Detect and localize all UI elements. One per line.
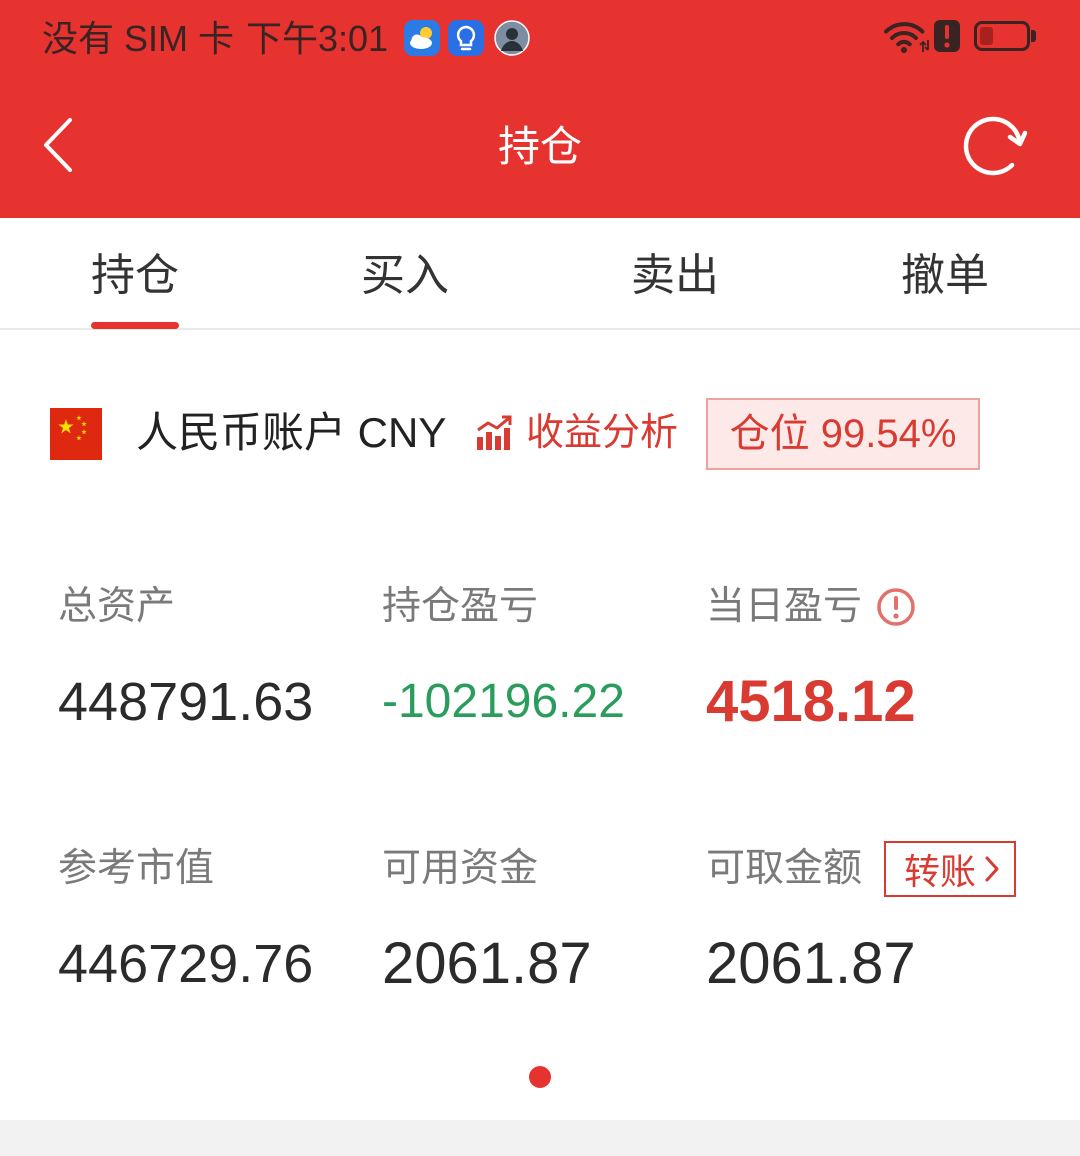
page-title: 持仓 <box>497 123 582 170</box>
stat-daily-pnl: 当日盈亏 4518.12 <box>706 584 1038 846</box>
stat-value: 4518.12 <box>706 669 916 734</box>
profit-analysis-link[interactable]: 收益分析 <box>476 406 678 460</box>
tab-label: 持仓 <box>91 251 179 300</box>
transfer-button-label: 转账 <box>904 851 977 892</box>
stat-label: 总资产 <box>58 585 176 628</box>
stat-value: 2061.87 <box>382 931 592 996</box>
page-indicator-dot <box>529 1066 551 1088</box>
battery-level-fill <box>980 27 994 45</box>
chevron-right-icon <box>984 855 1000 883</box>
tab-sell[interactable]: 卖出 <box>540 218 810 328</box>
chevron-left-icon[interactable] <box>40 116 76 174</box>
profit-analysis-label: 收益分析 <box>526 412 679 454</box>
carrier-status: 没有 SIM 卡 <box>42 18 235 59</box>
avatar-icon <box>494 20 530 56</box>
stat-label: 参考市值 <box>58 847 215 890</box>
battery-icon <box>974 21 1030 51</box>
tab-label: 撤单 <box>901 251 989 300</box>
tab-buy[interactable]: 买入 <box>270 218 540 328</box>
stat-total-assets: 总资产 448791.63 <box>58 584 382 846</box>
battery-nub <box>1031 30 1036 42</box>
weather-icon <box>404 20 440 56</box>
stat-label: 可用资金 <box>382 847 539 890</box>
app-header: 没有 SIM 卡下午3:01 持仓 <box>0 0 1080 218</box>
account-name: 人民币账户 CNY <box>136 409 447 456</box>
refresh-icon[interactable] <box>960 114 1030 178</box>
stat-value: 446729.76 <box>58 934 314 994</box>
stat-label: 持仓盈亏 <box>382 585 539 628</box>
trade-tabs: 持仓 买入 卖出 撤单 <box>0 218 1080 330</box>
tab-label: 买入 <box>361 251 449 300</box>
bar-chart-icon <box>476 415 514 451</box>
china-flag-icon <box>50 408 102 460</box>
bottom-panel-edge <box>0 1120 1080 1156</box>
tab-cancel-order[interactable]: 撤单 <box>810 218 1080 328</box>
stat-label: 当日盈亏 <box>706 585 863 628</box>
stat-label: 可取金额 <box>706 847 863 890</box>
wifi-icon <box>884 18 930 54</box>
clock: 下午3:01 <box>246 18 389 59</box>
status-bar-text: 没有 SIM 卡下午3:01 <box>42 16 388 62</box>
stat-value: 448791.63 <box>58 672 314 732</box>
transfer-button[interactable]: 转账 <box>884 841 1017 897</box>
stat-value: -102196.22 <box>382 675 625 728</box>
stat-value: 2061.87 <box>706 931 916 996</box>
position-ratio-badge: 仓位 99.54% <box>706 398 980 470</box>
tab-holdings[interactable]: 持仓 <box>0 218 270 329</box>
stat-position-pnl: 持仓盈亏 -102196.22 <box>382 584 706 846</box>
info-icon[interactable] <box>876 587 916 627</box>
page-indicator <box>0 1066 1080 1088</box>
account-stats: 总资产 448791.63 持仓盈亏 -102196.22 当日盈亏 4518.… <box>58 584 1038 1108</box>
alert-icon <box>934 20 960 52</box>
tab-label: 卖出 <box>631 251 719 300</box>
active-tab-indicator <box>91 322 179 329</box>
lightbulb-icon <box>448 20 484 56</box>
